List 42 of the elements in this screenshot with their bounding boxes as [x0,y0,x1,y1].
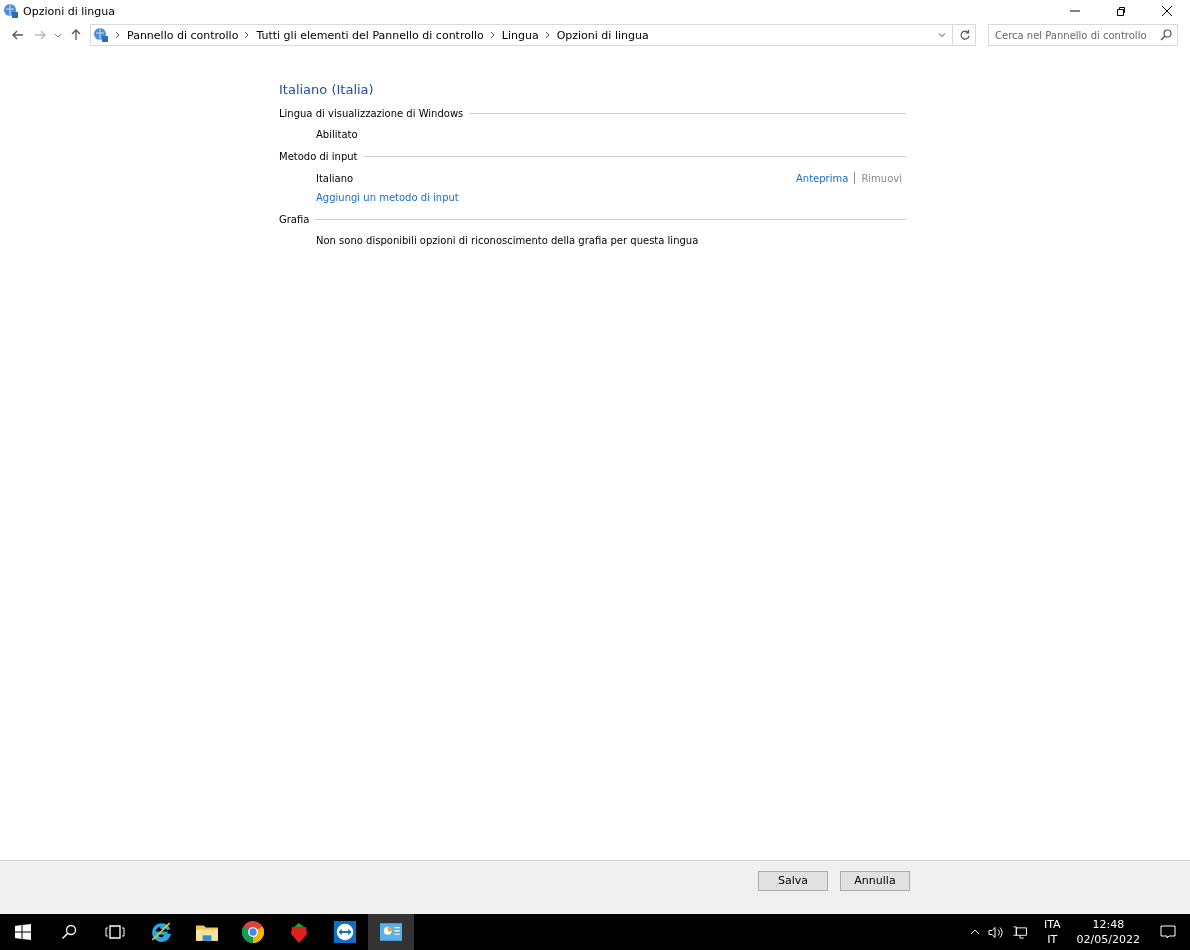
search-icon[interactable] [61,924,77,940]
window-title: Opzioni di lingua [23,4,116,18]
language-globe-icon [93,27,109,43]
double-arrow-icon[interactable] [334,921,356,943]
breadcrumb-item[interactable]: Tutti gli elementi del Pannello di controllo [256,28,484,42]
dialog-button[interactable]: Annulla [840,870,910,891]
address-field[interactable]: Pannello di controllo Tutti gli elementi del Pannello di controllo Lingua Opzioni di lingua [90,24,976,46]
browser-e-icon[interactable] [150,921,172,943]
chevron-icon [115,31,121,39]
section-title: Metodo di input [279,150,358,162]
breadcrumb-item[interactable]: Pannello di controllo [127,28,239,42]
caret-up-icon[interactable] [969,929,980,935]
control-panel-icon[interactable] [380,921,402,943]
language-globe-icon [3,3,19,19]
section-title: Grafia [279,213,310,225]
network-monitor-icon[interactable] [1011,925,1028,939]
clock[interactable]: 12:48 02/05/2022 [1076,917,1140,947]
strawberry-icon[interactable] [288,921,310,943]
task-view-icon[interactable] [105,924,125,940]
language-heading: Italiano (Italia) [279,82,375,97]
chevron-icon [544,31,551,39]
chevron-icon [244,31,251,39]
chevron-icon [489,31,496,39]
search-icon [1160,29,1172,41]
recent-dropdown-icon[interactable] [54,31,62,39]
section-title: Lingua di visualizzazione di Windows [279,107,464,119]
section-text: Abilitato [315,129,359,140]
speaker-icon[interactable] [987,925,1004,939]
input-language-indicator[interactable]: ITA IT [1043,917,1061,947]
dialog-button[interactable]: Salva [758,870,828,891]
notification-icon[interactable] [1160,925,1176,939]
breadcrumb-item[interactable]: Lingua [501,28,539,42]
search-field[interactable]: Cerca nel Pannello di controllo [988,24,1178,46]
input-method-name: Italiano [316,172,354,184]
circle-logo-icon[interactable] [242,921,264,943]
dropdown-chevron-icon[interactable] [938,31,946,39]
breadcrumb-item[interactable]: Opzioni di lingua [556,28,649,42]
windows-logo-icon[interactable] [15,924,31,940]
refresh-icon[interactable] [959,29,971,41]
method-action-link[interactable]: Anteprima [796,172,849,184]
section-text: Non sono disponibili opzioni di riconoscimento della grafia per questa lingua [315,235,700,246]
add-input-method-link[interactable]: Aggiungi un metodo di input [316,192,459,203]
